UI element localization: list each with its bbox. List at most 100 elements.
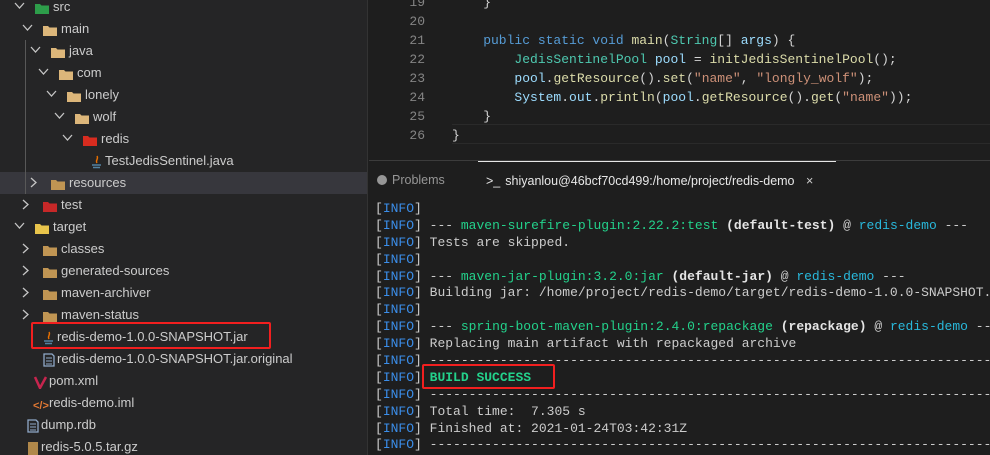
tree-item-label: resources bbox=[69, 175, 127, 190]
tree-item[interactable]: redis-demo-1.0.0-SNAPSHOT.jar.original bbox=[0, 348, 367, 370]
terminal-segment: spring-boot-maven-plugin:2.4.0:repackage bbox=[460, 319, 773, 335]
terminal-output[interactable]: [INFO] [INFO] --- maven-surefire-plugin:2… bbox=[375, 201, 990, 454]
highlight-box-jar bbox=[31, 322, 271, 349]
tree-item[interactable]: target bbox=[0, 216, 367, 238]
code-line[interactable]: 25 } bbox=[369, 107, 990, 126]
info-bracket: ] bbox=[414, 386, 422, 402]
tree-item[interactable]: redis bbox=[0, 128, 367, 150]
code-line[interactable]: 26} bbox=[369, 126, 990, 145]
line-number: 20 bbox=[409, 14, 425, 29]
info-tag: INFO bbox=[382, 251, 415, 267]
code-line[interactable]: 20 bbox=[369, 12, 990, 31]
chevron-down-icon[interactable] bbox=[14, 0, 26, 18]
tree-item[interactable]: com bbox=[0, 62, 367, 84]
chevron-right-icon[interactable] bbox=[22, 260, 34, 282]
chevron-down-icon[interactable] bbox=[22, 18, 34, 40]
info-bracket: [ bbox=[375, 319, 383, 335]
info-bracket: [ bbox=[375, 336, 383, 352]
tree-item[interactable]: java bbox=[0, 40, 367, 62]
terminal-segment: --- bbox=[421, 217, 461, 233]
code-editor[interactable]: 19 } 20 21 public static void main(String[… bbox=[369, 0, 990, 160]
tree-item-label: generated-sources bbox=[61, 263, 170, 278]
terminal-segment: (default-jar) bbox=[663, 268, 773, 284]
tree-item[interactable]: src bbox=[0, 0, 367, 18]
close-icon[interactable]: × bbox=[806, 174, 813, 188]
code-token: getResource bbox=[701, 90, 788, 105]
tree-item-label: main bbox=[61, 21, 90, 36]
folder-icon bbox=[50, 44, 66, 58]
line-number: 23 bbox=[409, 71, 425, 86]
terminal-segment: --- bbox=[975, 319, 990, 335]
info-bracket: [ bbox=[375, 302, 383, 318]
terminal-line: [INFO] ---------------------------------… bbox=[375, 387, 990, 404]
tree-item[interactable]: main bbox=[0, 18, 367, 40]
chevron-right-icon[interactable] bbox=[22, 238, 34, 260]
chevron-down-icon[interactable] bbox=[38, 62, 50, 84]
terminal-segment: (default-test) bbox=[718, 217, 836, 233]
tree-item[interactable]: maven-archiver bbox=[0, 282, 367, 304]
tree-item[interactable]: resources bbox=[0, 172, 367, 194]
code-line[interactable]: 19 } bbox=[369, 0, 990, 12]
code-token: . bbox=[693, 90, 702, 105]
folder-icon bbox=[42, 242, 58, 256]
code-token: ( bbox=[834, 90, 843, 105]
folder-icon bbox=[58, 66, 74, 80]
folder-icon bbox=[42, 264, 58, 278]
document-icon bbox=[25, 418, 41, 433]
code-line[interactable]: 22 JedisSentinelPool pool = initJedisSen… bbox=[369, 50, 990, 69]
tree-item[interactable]: test bbox=[0, 194, 367, 216]
line-number: 26 bbox=[409, 128, 425, 143]
folder-icon bbox=[42, 308, 58, 322]
terminal-line: [INFO] --- maven-surefire-plugin:2.22.2:… bbox=[375, 218, 990, 235]
chevron-right-icon[interactable] bbox=[22, 282, 34, 304]
chevron-down-icon[interactable] bbox=[46, 84, 58, 106]
tab-terminal[interactable]: >_ shiyanlou@46bcf70cd499:/home/project/r… bbox=[478, 161, 836, 199]
tree-item[interactable]: dump.rdb bbox=[0, 414, 367, 436]
terminal-line: [INFO] bbox=[375, 302, 990, 319]
tree-item[interactable]: redis-5.0.5.tar.gz bbox=[0, 436, 367, 455]
redis-folder-icon bbox=[82, 132, 98, 146]
terminal-segment: @ bbox=[866, 319, 890, 335]
code-line[interactable]: 21 public static void main(String[] args… bbox=[369, 31, 990, 50]
tree-item[interactable]: classes bbox=[0, 238, 367, 260]
line-number: 24 bbox=[409, 90, 425, 105]
tree-item[interactable]: generated-sources bbox=[0, 260, 367, 282]
folder-icon bbox=[42, 286, 58, 300]
terminal-segment: Finished at: 2021-01-24T03:42:31Z bbox=[421, 420, 688, 436]
tree-item-label: redis-5.0.5.tar.gz bbox=[41, 439, 138, 454]
code-line[interactable]: 23 pool.getResource().set("name", "longl… bbox=[369, 69, 990, 88]
code-text: JedisSentinelPool pool = initJedisSentin… bbox=[452, 50, 897, 69]
info-tag: INFO bbox=[382, 353, 415, 369]
code-token: ); bbox=[857, 71, 874, 86]
info-bracket: [ bbox=[375, 369, 383, 385]
target-folder-icon bbox=[34, 220, 50, 234]
tree-item[interactable]: lonely bbox=[0, 84, 367, 106]
chevron-right-icon[interactable] bbox=[22, 194, 34, 216]
info-bracket: ] bbox=[414, 234, 422, 250]
code-token: (); bbox=[873, 52, 897, 67]
tab-problems[interactable]: Problems bbox=[377, 161, 445, 199]
info-bracket: [ bbox=[375, 201, 383, 216]
tree-item[interactable]: </> redis-demo.iml bbox=[0, 392, 367, 414]
tree-item[interactable]: pom.xml bbox=[0, 370, 367, 392]
info-bracket: [ bbox=[375, 251, 383, 267]
chevron-down-icon[interactable] bbox=[14, 216, 26, 238]
info-bracket: ] bbox=[414, 201, 422, 216]
bottom-panel: Problems >_ shiyanlou@46bcf70cd499:/home/… bbox=[369, 160, 990, 455]
chevron-right-icon[interactable] bbox=[30, 172, 42, 194]
terminal-line: [INFO] Replacing main artifact with repa… bbox=[375, 336, 990, 353]
tree-item[interactable]: wolf bbox=[0, 106, 367, 128]
chevron-down-icon[interactable] bbox=[54, 106, 66, 128]
info-bracket: [ bbox=[375, 386, 383, 402]
chevron-down-icon[interactable] bbox=[62, 128, 74, 150]
terminal-segment: redis-demo bbox=[796, 268, 875, 284]
terminal-segment: @ bbox=[772, 268, 797, 284]
tree-item[interactable]: TestJedisSentinel.java bbox=[0, 150, 367, 172]
terminal-segment: --- bbox=[421, 268, 461, 284]
chevron-down-icon[interactable] bbox=[30, 40, 42, 62]
folder-icon bbox=[42, 22, 58, 36]
terminal-segment: @ bbox=[835, 217, 859, 233]
info-bracket: ] bbox=[414, 285, 422, 301]
code-line[interactable]: 24 System.out.println(pool.getResource()… bbox=[369, 88, 990, 107]
info-bracket: ] bbox=[414, 437, 422, 453]
